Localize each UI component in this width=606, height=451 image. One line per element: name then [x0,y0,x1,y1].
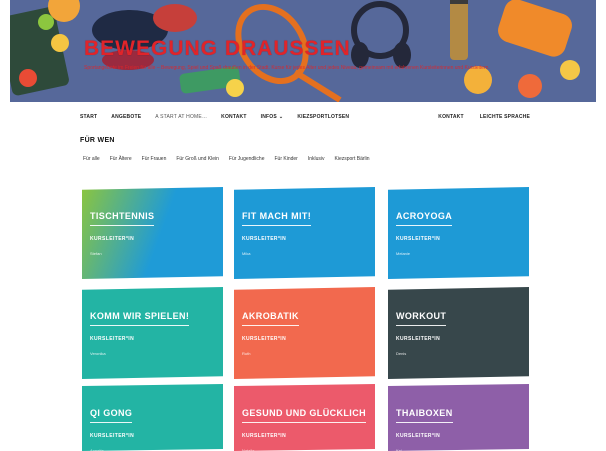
instructor-name: Denis [396,351,407,356]
instructor-name: Ruth [242,351,251,356]
instructor-name: Melanie [396,251,411,256]
title-underline [90,325,189,326]
nav-item-1[interactable]: Angebote [111,114,141,120]
nav-right-item-1[interactable]: Leichte Sprache [480,114,530,120]
course-card[interactable]: GESUND UND GLÜCKLICH KURSLEITER*IN Natalie [234,384,375,451]
filter-item[interactable]: Für Ältere [110,156,132,162]
course-title[interactable]: THAIBOXEN [396,408,453,418]
course-card[interactable]: QI GONG KURSLEITER*IN Annette [82,384,223,451]
course-title[interactable]: GESUND UND GLÜCKLICH [242,408,366,418]
chevron-down-icon: ⌄ [278,114,284,120]
title-underline [242,225,311,226]
title-underline [242,325,299,326]
course-role: KURSLEITER*IN [90,336,135,342]
course-title[interactable]: ACROYOGA [396,211,452,221]
main-navigation: Start Angebote A Start at Home… Kontakt Info… [80,110,530,124]
course-card[interactable]: KOMM WIR SPIELEN! KURSLEITER*IN Veronika [82,287,223,379]
filter-item[interactable]: Für Groß und Klein [176,156,219,162]
course-role: KURSLEITER*IN [242,236,287,242]
course-title[interactable]: WORKOUT [396,311,446,321]
nav-item-3[interactable]: Kontakt [221,114,246,120]
course-card[interactable]: TISCHTENNIS KURSLEITER*IN Stefan [82,187,223,279]
course-card[interactable]: FIT MACH MIT! KURSLEITER*IN Mika [234,187,375,279]
course-card[interactable]: WORKOUT KURSLEITER*IN Denis [388,287,529,379]
filter-heading: FÜR WEN [80,137,115,144]
title-underline [396,325,446,326]
audience-filter: Für alle Für Ältere Für Frauen Für Groß und… [83,156,380,162]
course-card[interactable]: THAIBOXEN KURSLEITER*IN Kai [388,384,529,451]
course-role: KURSLEITER*IN [396,433,441,439]
title-underline [242,422,366,423]
course-card[interactable]: AKROBATIK KURSLEITER*IN Ruth [234,287,375,379]
filter-item[interactable]: Für Kinder [274,156,297,162]
nav-right-item-0[interactable]: Kontakt [438,114,463,120]
nav-item-0[interactable]: Start [80,114,97,120]
nav-item-5[interactable]: Kiezsportlotsen [297,114,349,120]
filter-item[interactable]: Inklusiv [308,156,325,162]
filter-item[interactable]: Für Frauen [142,156,167,162]
instructor-name: Stefan [90,251,102,256]
course-role: KURSLEITER*IN [396,336,441,342]
hero-banner: BEWEGUNG DRAUSSEN Sportangebote im Freie… [10,0,596,102]
course-title[interactable]: QI GONG [90,408,132,418]
course-role: KURSLEITER*IN [90,236,135,242]
instructor-name: Veronika [90,351,106,356]
filter-item[interactable]: Kiezsport Bärlin [335,156,370,162]
title-underline [396,422,453,423]
course-role: KURSLEITER*IN [90,433,135,439]
course-title[interactable]: KOMM WIR SPIELEN! [90,311,189,321]
course-title[interactable]: FIT MACH MIT! [242,211,311,221]
course-title[interactable]: AKROBATIK [242,311,299,321]
site-title[interactable]: BEWEGUNG DRAUSSEN [84,37,351,61]
title-underline [90,225,154,226]
course-role: KURSLEITER*IN [242,433,287,439]
course-role: KURSLEITER*IN [396,236,441,242]
instructor-name: Mika [242,251,251,256]
course-title[interactable]: TISCHTENNIS [90,211,154,221]
nav-item-4[interactable]: Infos ⌄ [261,114,284,120]
filter-item[interactable]: Für alle [83,156,100,162]
site-tagline: Sportangebote im Freien für alle – Beweg… [84,65,490,71]
title-underline [90,422,132,423]
title-underline [396,225,452,226]
filter-item[interactable]: Für Jugendliche [229,156,265,162]
course-card[interactable]: ACROYOGA KURSLEITER*IN Melanie [388,187,529,279]
nav-item-2[interactable]: A Start at Home… [155,114,207,120]
course-role: KURSLEITER*IN [242,336,287,342]
